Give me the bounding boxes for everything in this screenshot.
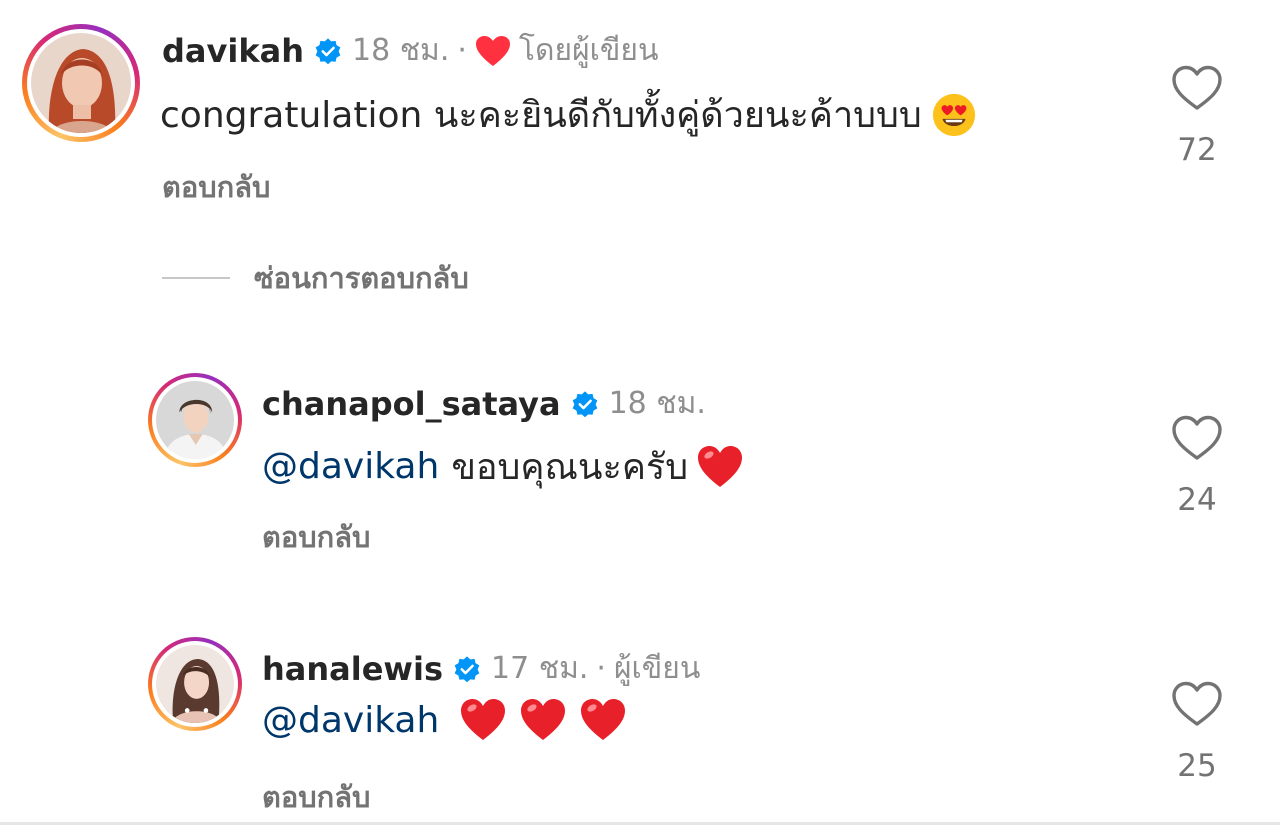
red-heart-emoji-icon — [579, 697, 627, 743]
like-count: 72 — [1177, 132, 1217, 168]
reply-button[interactable]: ตอบกลับ — [262, 514, 370, 560]
verified-badge-icon — [314, 37, 342, 65]
username[interactable]: chanapol_sataya — [262, 385, 561, 423]
reply-button[interactable]: ตอบกลับ — [262, 774, 370, 820]
heart-outline-icon[interactable] — [1171, 680, 1223, 728]
reply-hanalewis: hanalewis 17 ชม. · ผู้เขียน @davikah ตอบ… — [0, 632, 1280, 825]
heart-outline-icon[interactable] — [1171, 414, 1223, 462]
comment-davikah: davikah 18 ชม. · โดยผู้เขียน congratulat… — [0, 0, 1280, 240]
username[interactable]: hanalewis — [262, 650, 443, 688]
like-count: 24 — [1177, 482, 1217, 518]
heart-eyes-emoji-icon — [930, 92, 978, 138]
separator-dot: · — [457, 33, 467, 68]
verified-badge-icon — [453, 655, 481, 683]
username[interactable]: davikah — [162, 32, 304, 70]
divider-line — [162, 277, 230, 279]
separator-dot: · — [596, 651, 606, 686]
like-count: 25 — [1177, 748, 1217, 784]
timestamp[interactable]: 18 ชม. — [609, 380, 706, 427]
comment-header: hanalewis 17 ชม. · ผู้เขียน — [262, 645, 700, 692]
red-heart-emoji-icon — [459, 697, 507, 743]
mention-link[interactable]: @davikah — [262, 700, 439, 741]
hide-replies-button[interactable]: ซ่อนการตอบกลับ — [162, 255, 469, 301]
avatar[interactable] — [22, 24, 140, 142]
liked-by-author-heart-icon — [475, 35, 511, 67]
avatar[interactable] — [148, 373, 242, 467]
comment-text: @davikah ขอบคุณนะครับ — [262, 438, 744, 495]
comment-text: @davikah — [262, 697, 627, 743]
timestamp[interactable]: 18 ชม. — [352, 27, 449, 74]
red-heart-emoji-icon — [696, 444, 744, 490]
by-author-label: โดยผู้เขียน — [518, 33, 659, 68]
red-heart-emoji-icon — [519, 697, 567, 743]
like-group: 72 — [1157, 64, 1237, 168]
comment-text: congratulation นะคะยินดีกับทั้งคู่ด้วยนะ… — [160, 86, 978, 143]
avatar[interactable] — [148, 637, 242, 731]
comment-header: davikah 18 ชม. · โดยผู้เขียน — [162, 27, 659, 74]
heart-outline-icon[interactable] — [1171, 64, 1223, 112]
hide-replies-label: ซ่อนการตอบกลับ — [254, 261, 469, 295]
comment-body: ขอบคุณนะครับ — [451, 447, 689, 488]
reply-chanapol-sataya: chanapol_sataya 18 ชม. @davikah ขอบคุณนะ… — [0, 370, 1280, 570]
verified-badge-icon — [571, 390, 599, 418]
author-label: ผู้เขียน — [613, 651, 701, 686]
comment-body: congratulation นะคะยินดีกับทั้งคู่ด้วยนะ… — [160, 95, 922, 136]
like-group: 25 — [1157, 680, 1237, 784]
timestamp[interactable]: 17 ชม. — [491, 645, 588, 692]
comment-header: chanapol_sataya 18 ชม. — [262, 380, 706, 427]
reply-button[interactable]: ตอบกลับ — [162, 164, 270, 210]
mention-link[interactable]: @davikah — [262, 446, 439, 487]
like-group: 24 — [1157, 414, 1237, 518]
